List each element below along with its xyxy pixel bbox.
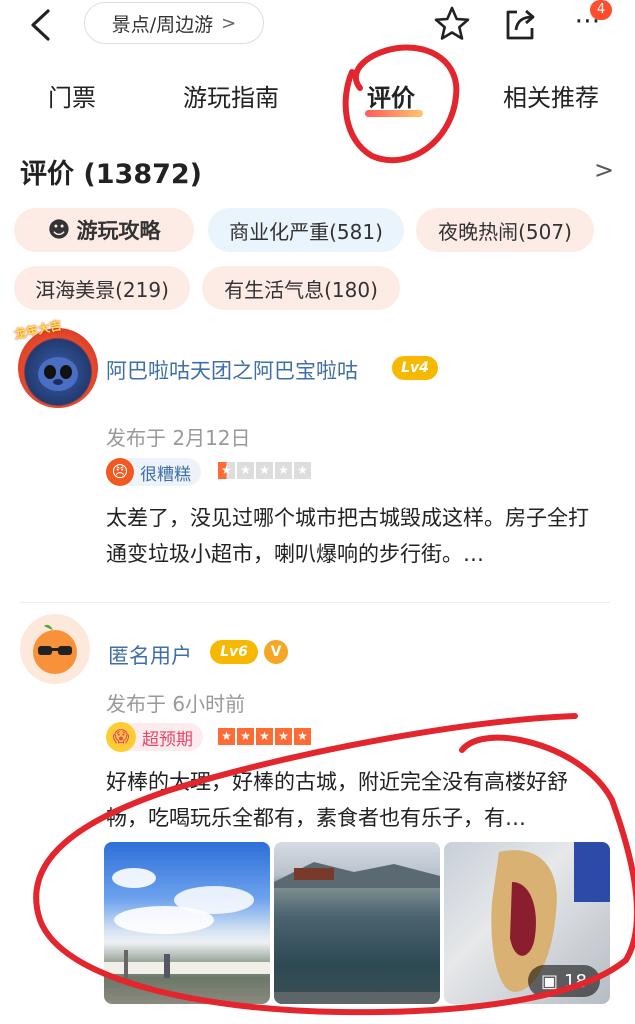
tab-recommendations[interactable]: 相关推荐: [503, 80, 599, 116]
post-date: 发布于 2月12日: [106, 426, 251, 450]
rating-chip: 😱 超预期: [106, 722, 203, 752]
tag-travel-guide[interactable]: ☻ 游玩攻略: [14, 208, 194, 252]
star-icon: ★: [256, 728, 273, 745]
smile-icon: ☻: [47, 217, 71, 243]
review-photo[interactable]: [274, 842, 440, 1004]
star-icon: ★: [275, 728, 292, 745]
rating-chip: 😠 很糟糕: [106, 458, 201, 486]
orange-sunglasses-icon: [33, 624, 77, 674]
post-date: 发布于 6小时前: [106, 692, 246, 716]
star-icon: ★: [294, 728, 311, 745]
tab-guide[interactable]: 游玩指南: [183, 80, 279, 116]
review-text[interactable]: 好棒的大理，好棒的古城，附近完全没有高楼好舒畅，吃喝玩乐全都有，素食者也有乐子，…: [106, 764, 606, 836]
lake-image: [274, 862, 440, 1004]
chevron-right-icon: >: [221, 12, 237, 34]
active-tab-indicator: [365, 110, 423, 117]
divider: [20, 602, 610, 603]
excited-face-icon: 😱: [106, 722, 136, 752]
user-avatar[interactable]: [20, 614, 90, 684]
photo-count-badge[interactable]: ▣ 18: [528, 965, 600, 997]
tab-tickets[interactable]: 门票: [48, 80, 96, 116]
tag-local-life[interactable]: 有生活气息(180): [202, 266, 400, 310]
star-rating: ★ ★ ★ ★ ★: [218, 728, 311, 745]
sky-clouds-image: [104, 868, 270, 980]
star-icon: ★: [237, 728, 254, 745]
star-icon: ★: [275, 462, 292, 479]
rating-label: 很糟糕: [140, 464, 191, 485]
star-icon: ★: [237, 462, 254, 479]
review-text[interactable]: 太差了，没见过哪个城市把古城毁成这样。房子全打通变垃圾小超市，喇叭爆响的步行街。…: [106, 500, 606, 572]
username[interactable]: 匿名用户: [108, 640, 192, 670]
star-rating: ★ ★ ★ ★ ★: [218, 462, 311, 479]
user-level-badge: Lv6: [210, 640, 258, 664]
reviews-title[interactable]: 评价 (13872): [20, 152, 202, 191]
tag-label: 游玩攻略: [76, 219, 161, 243]
star-icon: ★: [294, 462, 311, 479]
username[interactable]: 阿巴啦咕天团之阿巴宝啦咕: [106, 355, 358, 385]
star-icon: ★: [218, 462, 235, 479]
favorite-star-icon[interactable]: [432, 4, 472, 44]
notification-badge: 4: [590, 0, 612, 20]
chevron-right-icon[interactable]: >: [594, 156, 614, 184]
verified-badge: V: [264, 640, 288, 664]
tag-commercialized[interactable]: 商业化严重(581): [208, 208, 404, 252]
star-icon: ★: [218, 728, 235, 745]
image-icon: ▣: [541, 970, 559, 992]
tag-lively-night[interactable]: 夜晚热闹(507): [416, 208, 594, 252]
star-icon: ★: [256, 462, 273, 479]
share-icon[interactable]: [500, 4, 540, 44]
review-photo[interactable]: [104, 842, 270, 1004]
angry-face-icon: 😠: [106, 458, 134, 486]
tag-erhai-view[interactable]: 洱海美景(219): [14, 266, 190, 310]
user-level-badge: Lv4: [392, 356, 438, 380]
rating-label: 超预期: [142, 729, 193, 750]
breadcrumb-label: 景点/周边游: [111, 13, 214, 36]
breadcrumb[interactable]: 景点/周边游 >: [84, 2, 264, 44]
back-arrow-icon[interactable]: [26, 8, 56, 42]
photo-count: 18: [564, 970, 587, 992]
